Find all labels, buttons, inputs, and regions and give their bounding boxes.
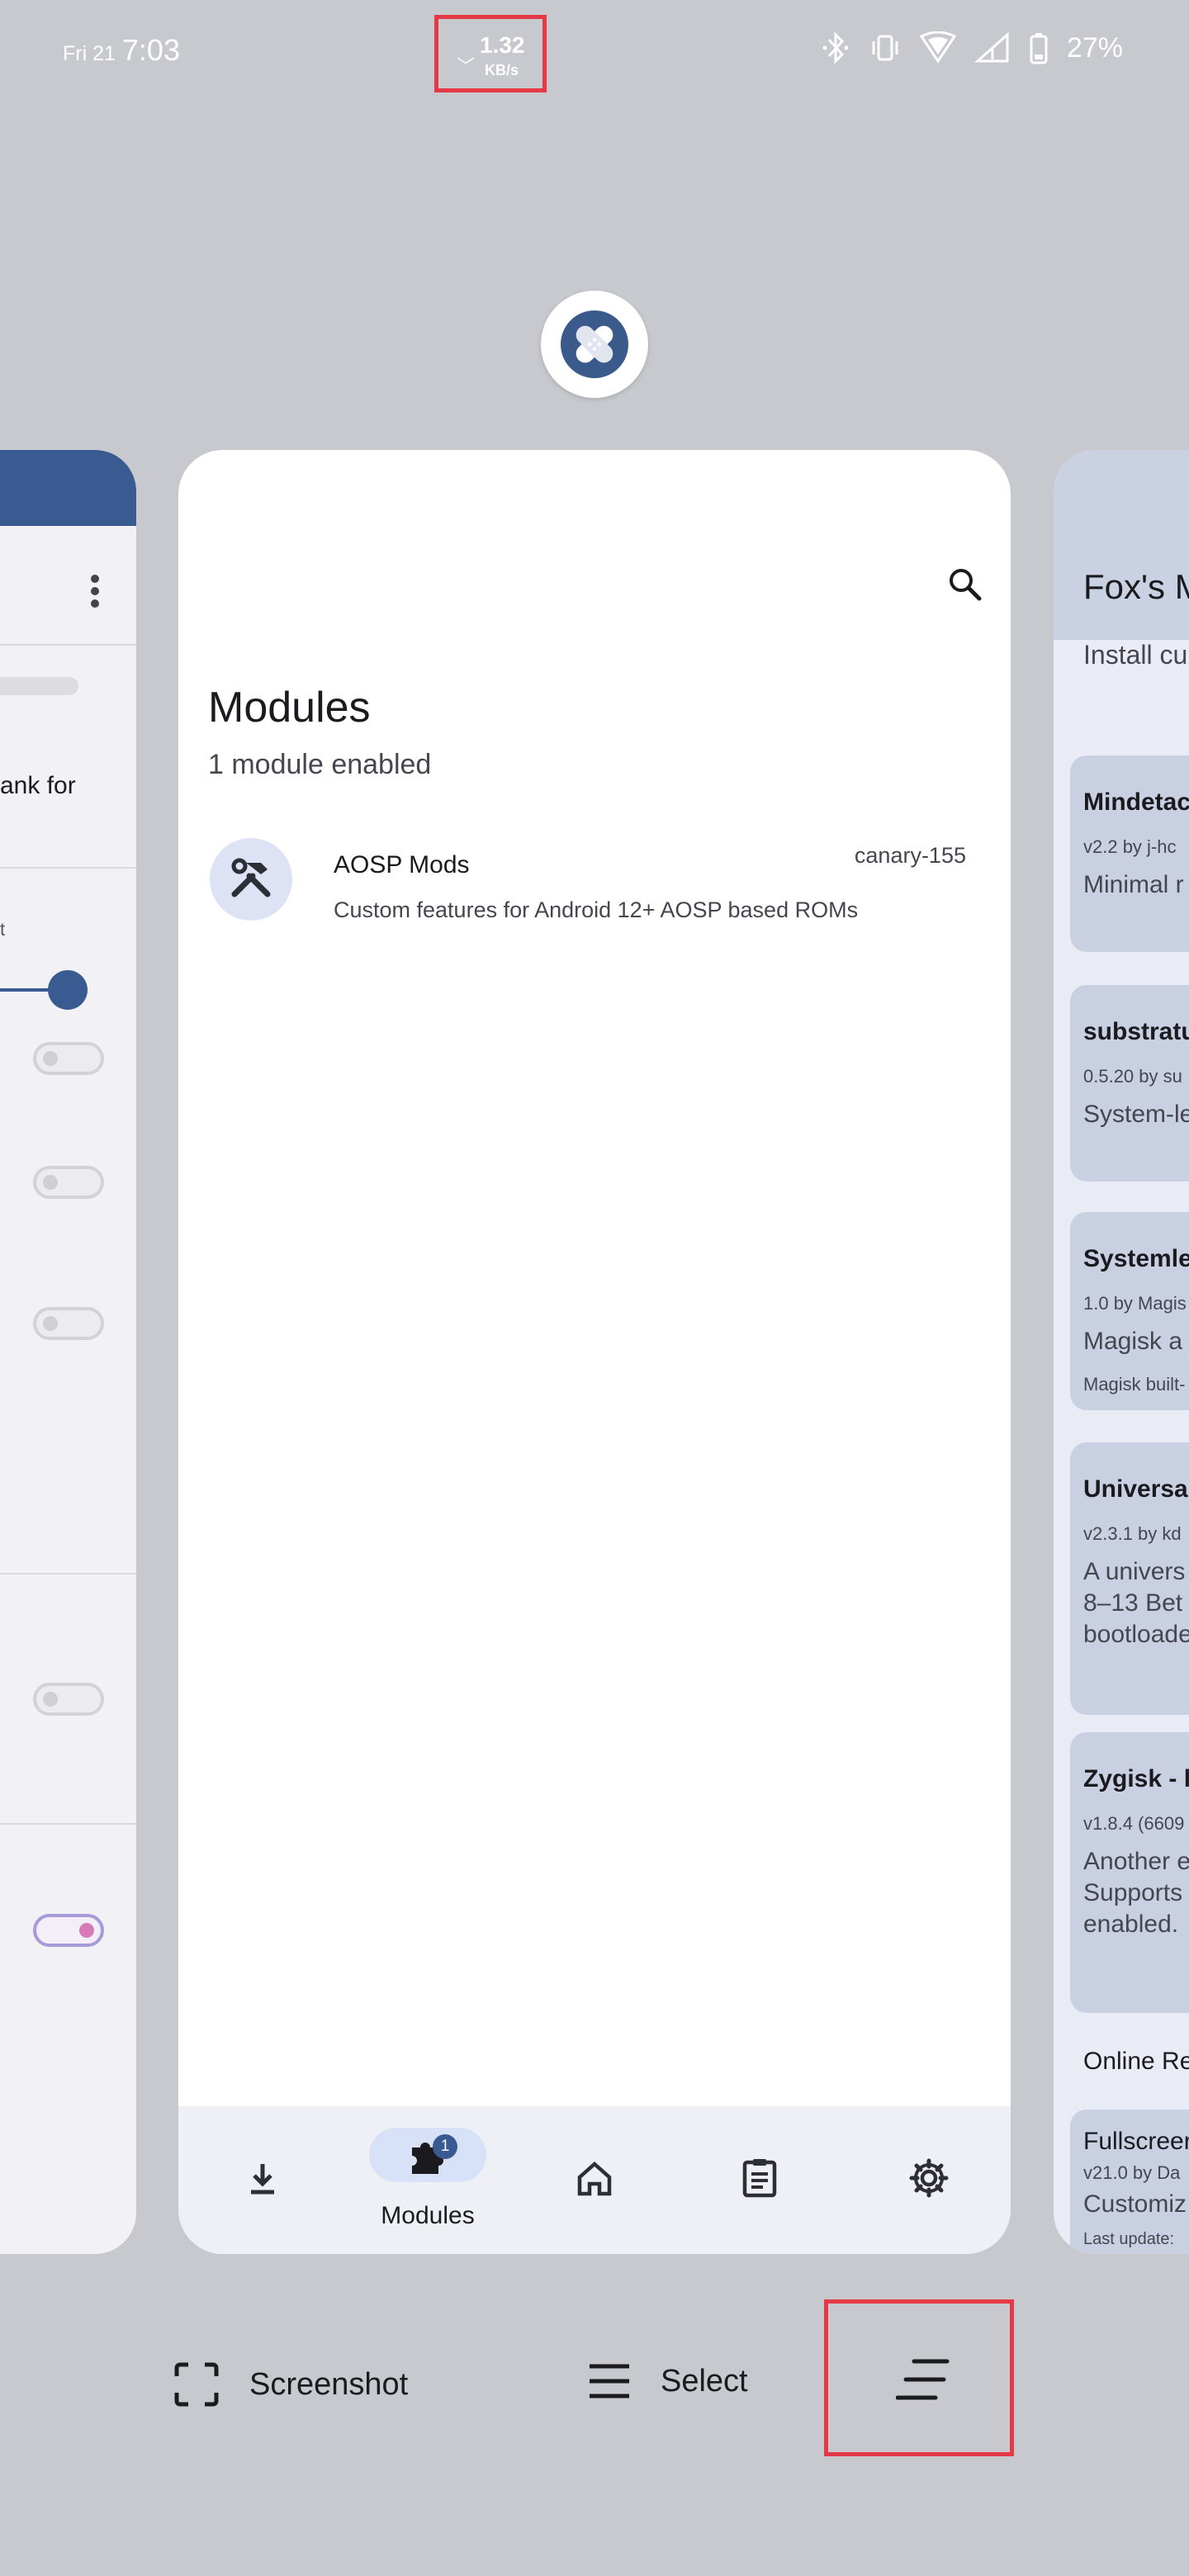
home-icon <box>577 2161 612 2196</box>
module-card-author: 0.5.20 by su <box>1083 1066 1182 1087</box>
module-card-name: Systemle <box>1083 1245 1189 1272</box>
module-card-desc: Another e Supports enabled. <box>1083 1848 1189 1938</box>
page-subtitle: 1 module enabled <box>208 749 432 780</box>
module-card: Mindetac v2.2 by j-hc Minimal r <box>1070 755 1189 952</box>
net-speed-indicator: ﹀ 1.32 KB/s <box>434 15 547 92</box>
page-title: Modules <box>208 684 371 732</box>
module-card-extra: Last update: <box>1083 2230 1175 2248</box>
bottom-navigation: 1 Modules <box>178 2106 1011 2254</box>
select-menu-icon <box>590 2364 629 2398</box>
module-card-name: substratu <box>1083 1018 1189 1045</box>
module-card-extra: Magisk built- <box>1083 1374 1186 1395</box>
search-icon[interactable] <box>946 566 983 606</box>
module-card-name: Mindetac <box>1083 788 1189 816</box>
battery-icon <box>1029 31 1049 64</box>
module-name: AOSP Mods <box>334 851 470 878</box>
select-label: Select <box>661 2363 748 2398</box>
module-card-desc: System-le <box>1083 1101 1189 1128</box>
toggle-switch <box>33 1307 104 1340</box>
clear-all-icon <box>896 2359 950 2400</box>
module-card: Fullscreer v21.0 by Da Customiz Last upd… <box>1070 2110 1189 2254</box>
module-card-name: Zygisk - l <box>1083 1765 1189 1792</box>
module-card: Universal v2.3.1 by kd A univers 8–13 Be… <box>1070 1442 1189 1715</box>
module-card-desc: Minimal r <box>1083 871 1184 898</box>
toggle-switch <box>33 1166 104 1199</box>
bandage-icon <box>576 325 613 363</box>
divider <box>0 1823 136 1825</box>
toggle-switch <box>33 1042 104 1075</box>
battery-percent: 27% <box>1066 31 1123 64</box>
module-version: canary-155 <box>854 843 966 868</box>
settings-gear-icon <box>909 2158 949 2198</box>
clear-all-button[interactable] <box>824 2299 1014 2456</box>
module-card-name: Universal <box>1083 1475 1189 1503</box>
modules-badge: 1 <box>433 2134 457 2159</box>
nav-repository[interactable] <box>244 2106 294 2254</box>
module-card-desc: A univers 8–13 Bet bootloade <box>1083 1558 1189 1648</box>
toggle-switch-on <box>33 1914 104 1947</box>
status-clock: 7:03 <box>121 33 180 67</box>
nav-modules-label: Modules <box>381 2202 475 2229</box>
screenshot-label: Screenshot <box>249 2366 409 2402</box>
select-button[interactable]: Select <box>588 2361 748 2401</box>
online-repo-label: Online Re <box>1083 2048 1189 2075</box>
module-card-author: v2.2 by j-hc <box>1083 836 1177 857</box>
net-speed-unit: KB/s <box>485 62 519 78</box>
recent-app-card-left[interactable]: ank for t <box>0 450 136 2254</box>
wifi-icon <box>919 31 956 64</box>
divider <box>0 1573 136 1574</box>
right-card-subtitle: Install cu <box>1083 640 1188 670</box>
left-card-text: ank for <box>0 772 76 799</box>
divider <box>0 644 136 646</box>
module-card-author: v1.8.4 (6609 <box>1083 1813 1185 1834</box>
cell-signal-icon <box>973 31 1011 64</box>
tools-icon <box>231 858 271 897</box>
toggle-switch <box>33 1683 104 1716</box>
module-avatar <box>210 838 292 921</box>
recent-app-card-lsposed[interactable]: Modules 1 module enabled AOSP Mods canar… <box>178 450 1011 2254</box>
lsposed-app-icon[interactable] <box>541 291 648 398</box>
module-card-name: Fullscreer <box>1083 2128 1189 2155</box>
nav-home[interactable] <box>575 2106 624 2254</box>
bluetooth-icon <box>821 31 850 64</box>
module-card-author: 1.0 by Magis <box>1083 1293 1187 1314</box>
module-card: substratu 0.5.20 by su System-le <box>1070 985 1189 1181</box>
net-speed-value: 1.32 <box>480 32 525 58</box>
app-icon-badge <box>561 310 628 378</box>
module-card-author: v2.3.1 by kd <box>1083 1523 1182 1544</box>
status-icons: 27% <box>821 31 1123 64</box>
status-bar: Fri 21 7:03 ﹀ 1.32 KB/s 27% <box>0 0 1189 107</box>
screenshot-icon <box>174 2362 219 2407</box>
progress-bar <box>0 677 78 695</box>
right-card-title: Fox's M <box>1083 567 1189 606</box>
right-card-header <box>1054 450 1189 640</box>
logs-clipboard-icon <box>742 2159 777 2198</box>
download-icon <box>251 2164 274 2195</box>
divider <box>0 867 136 869</box>
recent-app-card-right[interactable]: Fox's M Install cu Mindetac v2.2 by j-hc… <box>1054 450 1189 2254</box>
vibrate-icon <box>869 31 902 64</box>
module-card: Zygisk - l v1.8.4 (6609 Another e Suppor… <box>1070 1732 1189 2013</box>
module-card: Systemle 1.0 by Magis Magisk a Magisk bu… <box>1070 1212 1189 1410</box>
nav-settings[interactable] <box>908 2106 958 2254</box>
module-card-desc: Customiz <box>1083 2190 1187 2218</box>
left-card-topbar <box>0 450 136 526</box>
screenshot-button[interactable]: Screenshot <box>173 2361 408 2408</box>
slider-knob <box>48 970 88 1010</box>
module-card-author: v21.0 by Da <box>1083 2162 1181 2183</box>
download-arrow-icon: ﹀ <box>457 56 476 77</box>
nav-modules-active[interactable] <box>369 2128 486 2182</box>
overflow-menu-icon <box>91 571 99 612</box>
module-list-item[interactable]: AOSP Mods canary-155 Custom features for… <box>178 830 1011 945</box>
left-card-small-text: t <box>0 919 6 940</box>
nav-logs[interactable] <box>741 2106 791 2254</box>
status-time: Fri 21 7:03 <box>63 33 180 68</box>
module-description: Custom features for Android 12+ AOSP bas… <box>334 897 859 922</box>
status-date: Fri 21 <box>63 42 116 65</box>
module-card-desc: Magisk a <box>1083 1328 1183 1355</box>
